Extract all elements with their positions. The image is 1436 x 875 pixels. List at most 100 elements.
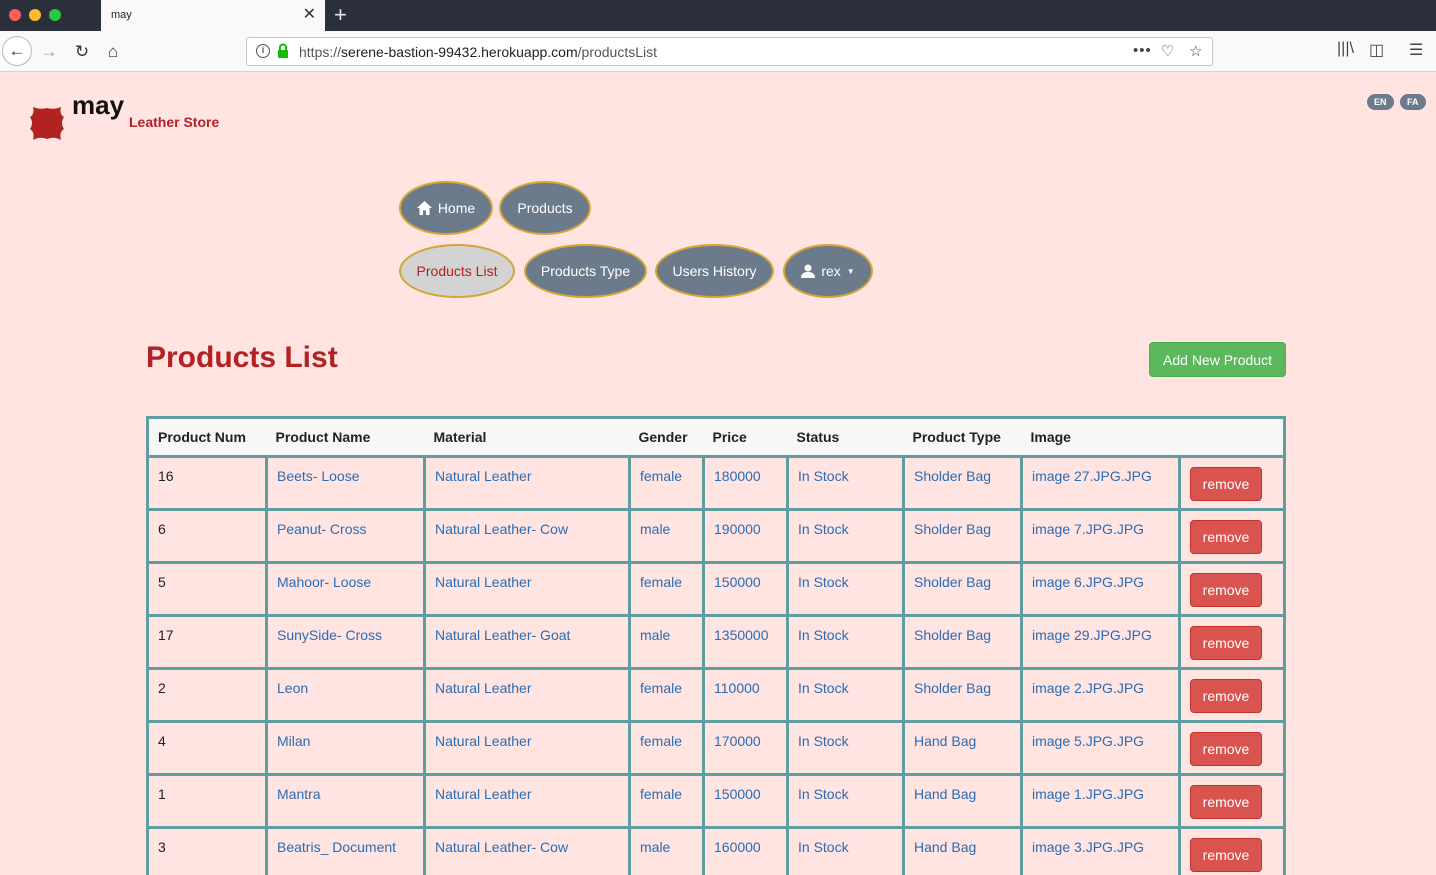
material-link[interactable]: Natural Leather bbox=[423, 773, 631, 829]
product-type-link[interactable]: Sholder Bag bbox=[902, 508, 1023, 564]
remove-button[interactable]: remove bbox=[1190, 785, 1262, 819]
menu-icon[interactable]: ☰ bbox=[1409, 40, 1423, 60]
back-arrow-icon[interactable]: ← bbox=[2, 36, 32, 66]
remove-button[interactable]: remove bbox=[1190, 520, 1262, 554]
nav-products-list-button[interactable]: Products List bbox=[399, 244, 515, 298]
image-link[interactable]: image 27.JPG.JPG bbox=[1020, 455, 1181, 511]
product-type-link[interactable]: Hand Bag bbox=[902, 720, 1023, 776]
image-link[interactable]: image 5.JPG.JPG bbox=[1020, 720, 1181, 776]
forward-arrow-icon[interactable]: → bbox=[36, 39, 62, 65]
price-link[interactable]: 150000 bbox=[702, 561, 789, 617]
remove-button[interactable]: remove bbox=[1190, 467, 1262, 501]
nav-products-button[interactable]: Products bbox=[499, 181, 591, 235]
gender-link[interactable]: female bbox=[628, 561, 705, 617]
language-en-button[interactable]: EN bbox=[1367, 94, 1394, 110]
remove-button[interactable]: remove bbox=[1190, 573, 1262, 607]
price-link[interactable]: 190000 bbox=[702, 508, 789, 564]
library-icon[interactable]: |||\ bbox=[1337, 40, 1354, 58]
status-link[interactable]: In Stock bbox=[786, 667, 905, 723]
user-menu-dropdown[interactable]: rex ▼ bbox=[783, 244, 873, 298]
gender-link[interactable]: female bbox=[628, 667, 705, 723]
nav-home-button[interactable]: Home bbox=[399, 181, 493, 235]
status-link[interactable]: In Stock bbox=[786, 826, 905, 875]
home-icon[interactable]: ⌂ bbox=[100, 39, 126, 65]
price-link[interactable]: 170000 bbox=[702, 720, 789, 776]
product-type-link[interactable]: Sholder Bag bbox=[902, 455, 1023, 511]
status-link[interactable]: In Stock bbox=[786, 561, 905, 617]
pocket-icon[interactable]: ♡ bbox=[1161, 42, 1174, 60]
product-type-link[interactable]: Sholder Bag bbox=[902, 614, 1023, 670]
url-prefix: https:// bbox=[299, 44, 342, 60]
new-tab-icon[interactable]: + bbox=[334, 3, 347, 27]
material-link[interactable]: Natural Leather bbox=[423, 720, 631, 776]
browser-tab[interactable]: may ✕ bbox=[101, 0, 325, 31]
table-row: 4 Milan Natural Leather female 170000 In Stoc… bbox=[146, 720, 1286, 776]
brand-subtitle: Leather Store bbox=[129, 114, 220, 130]
remove-button[interactable]: remove bbox=[1190, 679, 1262, 713]
product-type-link[interactable]: Hand Bag bbox=[902, 773, 1023, 829]
material-link[interactable]: Natural Leather- Goat bbox=[423, 614, 631, 670]
page-actions-icon[interactable]: ••• bbox=[1133, 42, 1152, 59]
price-link[interactable]: 1350000 bbox=[702, 614, 789, 670]
product-name-link[interactable]: Mantra bbox=[265, 773, 426, 829]
product-type-link[interactable]: Hand Bag bbox=[902, 826, 1023, 875]
nav-products-type-button[interactable]: Products Type bbox=[524, 244, 647, 298]
price-link[interactable]: 180000 bbox=[702, 455, 789, 511]
image-link[interactable]: image 6.JPG.JPG bbox=[1020, 561, 1181, 617]
gender-link[interactable]: male bbox=[628, 826, 705, 875]
remove-button[interactable]: remove bbox=[1190, 732, 1262, 766]
image-link[interactable]: image 3.JPG.JPG bbox=[1020, 826, 1181, 875]
close-window-button[interactable] bbox=[9, 9, 21, 21]
gender-link[interactable]: female bbox=[628, 773, 705, 829]
material-link[interactable]: Natural Leather- Cow bbox=[423, 826, 631, 875]
sidebar-icon[interactable]: ◫ bbox=[1369, 40, 1384, 60]
gender-link[interactable]: male bbox=[628, 508, 705, 564]
price-link[interactable]: 150000 bbox=[702, 773, 789, 829]
status-link[interactable]: In Stock bbox=[786, 508, 905, 564]
product-num-cell: 1 bbox=[146, 773, 268, 829]
nav-users-history-button[interactable]: Users History bbox=[655, 244, 774, 298]
product-name-link[interactable]: Leon bbox=[265, 667, 426, 723]
status-link[interactable]: In Stock bbox=[786, 773, 905, 829]
site-info-icon[interactable]: i bbox=[256, 44, 270, 58]
close-tab-icon[interactable]: ✕ bbox=[303, 6, 316, 24]
product-num-cell: 5 bbox=[146, 561, 268, 617]
product-name-link[interactable]: Beatris_ Document bbox=[265, 826, 426, 875]
product-name-link[interactable]: Peanut- Cross bbox=[265, 508, 426, 564]
add-new-product-button[interactable]: Add New Product bbox=[1149, 342, 1286, 377]
price-link[interactable]: 110000 bbox=[702, 667, 789, 723]
image-link[interactable]: image 2.JPG.JPG bbox=[1020, 667, 1181, 723]
image-link[interactable]: image 7.JPG.JPG bbox=[1020, 508, 1181, 564]
remove-button[interactable]: remove bbox=[1190, 626, 1262, 660]
status-link[interactable]: In Stock bbox=[786, 720, 905, 776]
material-link[interactable]: Natural Leather bbox=[423, 561, 631, 617]
gender-link[interactable]: male bbox=[628, 614, 705, 670]
bookmark-star-icon[interactable]: ☆ bbox=[1189, 42, 1202, 60]
product-name-link[interactable]: Beets- Loose bbox=[265, 455, 426, 511]
maximize-window-button[interactable] bbox=[49, 9, 61, 21]
address-bar[interactable]: i https://serene-bastion-99432.herokuapp… bbox=[246, 37, 1213, 66]
product-type-link[interactable]: Sholder Bag bbox=[902, 561, 1023, 617]
reload-icon[interactable]: ↻ bbox=[69, 39, 95, 65]
material-link[interactable]: Natural Leather bbox=[423, 667, 631, 723]
material-link[interactable]: Natural Leather- Cow bbox=[423, 508, 631, 564]
gender-link[interactable]: female bbox=[628, 455, 705, 511]
status-link[interactable]: In Stock bbox=[786, 614, 905, 670]
leather-hide-icon[interactable] bbox=[27, 103, 67, 143]
status-link[interactable]: In Stock bbox=[786, 455, 905, 511]
price-link[interactable]: 160000 bbox=[702, 826, 789, 875]
product-name-link[interactable]: Mahoor- Loose bbox=[265, 561, 426, 617]
gender-link[interactable]: female bbox=[628, 720, 705, 776]
product-name-link[interactable]: SunySide- Cross bbox=[265, 614, 426, 670]
product-type-link[interactable]: Sholder Bag bbox=[902, 667, 1023, 723]
remove-button[interactable]: remove bbox=[1190, 838, 1262, 872]
minimize-window-button[interactable] bbox=[29, 9, 41, 21]
product-name-link[interactable]: Milan bbox=[265, 720, 426, 776]
url-host: serene-bastion-99432.herokuapp.com bbox=[341, 44, 578, 60]
language-fa-button[interactable]: FA bbox=[1400, 94, 1426, 110]
brand-name[interactable]: may bbox=[72, 90, 124, 121]
material-link[interactable]: Natural Leather bbox=[423, 455, 631, 511]
actions-cell: remove bbox=[1178, 826, 1286, 875]
image-link[interactable]: image 1.JPG.JPG bbox=[1020, 773, 1181, 829]
image-link[interactable]: image 29.JPG.JPG bbox=[1020, 614, 1181, 670]
